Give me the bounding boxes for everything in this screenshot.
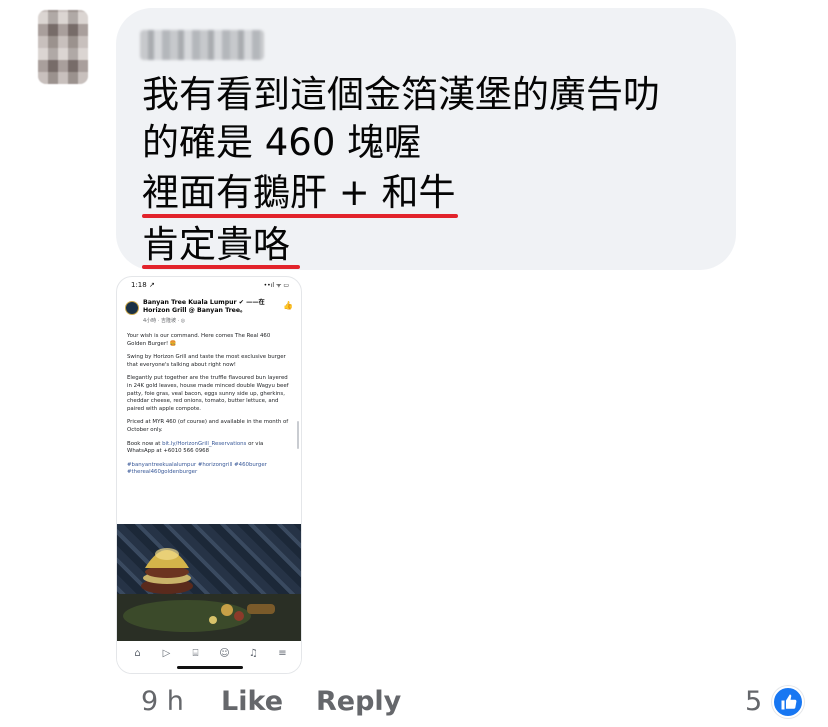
post-header: Banyan Tree Kuala Lumpur ✔ ——在 Horizon G… xyxy=(125,299,293,329)
post-hashtags: #banyantreekualalumpur #horizongrill #46… xyxy=(127,461,267,476)
menu-icon[interactable]: ≡ xyxy=(276,648,290,659)
comment-root: 我有看到這個金箔漢堡的廣告叻 的確是 460 塊喔 裡面有鵝肝 + 和牛 肯定貴… xyxy=(0,0,828,727)
reply-button[interactable]: Reply xyxy=(316,686,401,717)
comment-timestamp[interactable]: 9 h xyxy=(141,686,184,717)
post-paragraph: Swing by Horizon Grill and taste the mos… xyxy=(127,354,286,368)
reservation-link: bit.ly/HorizonGrill_Reservations xyxy=(162,440,247,447)
home-indicator xyxy=(177,666,243,669)
burger-illustration xyxy=(117,548,301,642)
commenter-name-blurred[interactable] xyxy=(140,30,264,60)
post-paragraph: Your wish is our command. Here comes The… xyxy=(127,333,271,347)
like-reaction-icon[interactable] xyxy=(772,686,804,718)
attached-screenshot[interactable]: 1:18 ↗ ••ıl ᯤ ▭ Banyan Tree Kuala Lumpur… xyxy=(116,276,302,674)
red-underline-2 xyxy=(142,265,300,269)
marketplace-icon[interactable]: ⌸ xyxy=(189,648,203,659)
scrollbar xyxy=(297,421,299,449)
page-title: Banyan Tree Kuala Lumpur ✔ ——在 Horizon G… xyxy=(143,299,265,314)
red-underline-1 xyxy=(142,214,458,218)
post-booking: Book now at bit.ly/HorizonGrill_Reservat… xyxy=(127,441,291,456)
comment-line-2: 的確是 460 塊喔 xyxy=(142,121,422,164)
avatar[interactable] xyxy=(38,10,88,84)
page-logo-icon xyxy=(125,301,139,315)
status-time: 1:18 ↗ xyxy=(131,281,155,289)
video-icon[interactable]: ▷ xyxy=(160,648,174,659)
post-body: Your wish is our command. Here comes The… xyxy=(127,333,291,483)
post-paragraph: Priced at MYR 460 (of course) and availa… xyxy=(127,419,289,433)
thumbs-up-icon xyxy=(781,694,797,710)
home-icon[interactable]: ⌂ xyxy=(131,648,145,659)
reaction-count[interactable]: 5 xyxy=(745,686,762,717)
comment-bubble: 我有看到這個金箔漢堡的廣告叻 的確是 460 塊喔 裡面有鵝肝 + 和牛 肯定貴… xyxy=(116,8,736,270)
post-meta: 4小時 · 吉隆坡 · ◎ xyxy=(143,318,186,324)
burger-photo xyxy=(117,524,301,642)
book-text: Book now at xyxy=(127,440,161,447)
bell-icon[interactable]: ♫ xyxy=(247,648,261,659)
comment-line-3: 裡面有鵝肝 + 和牛 xyxy=(142,171,456,214)
like-button[interactable]: Like xyxy=(221,686,283,717)
comment-line-4: 肯定貴咯 xyxy=(142,223,290,266)
post-paragraph: Elegantly put together are the truffle f… xyxy=(127,375,289,412)
status-icons: ••ıl ᯤ ▭ xyxy=(263,282,289,289)
groups-icon[interactable]: ☺ xyxy=(218,648,232,659)
comment-line-1: 我有看到這個金箔漢堡的廣告叻 xyxy=(142,73,660,116)
thumbs-up-icon: 👍 xyxy=(283,301,293,310)
